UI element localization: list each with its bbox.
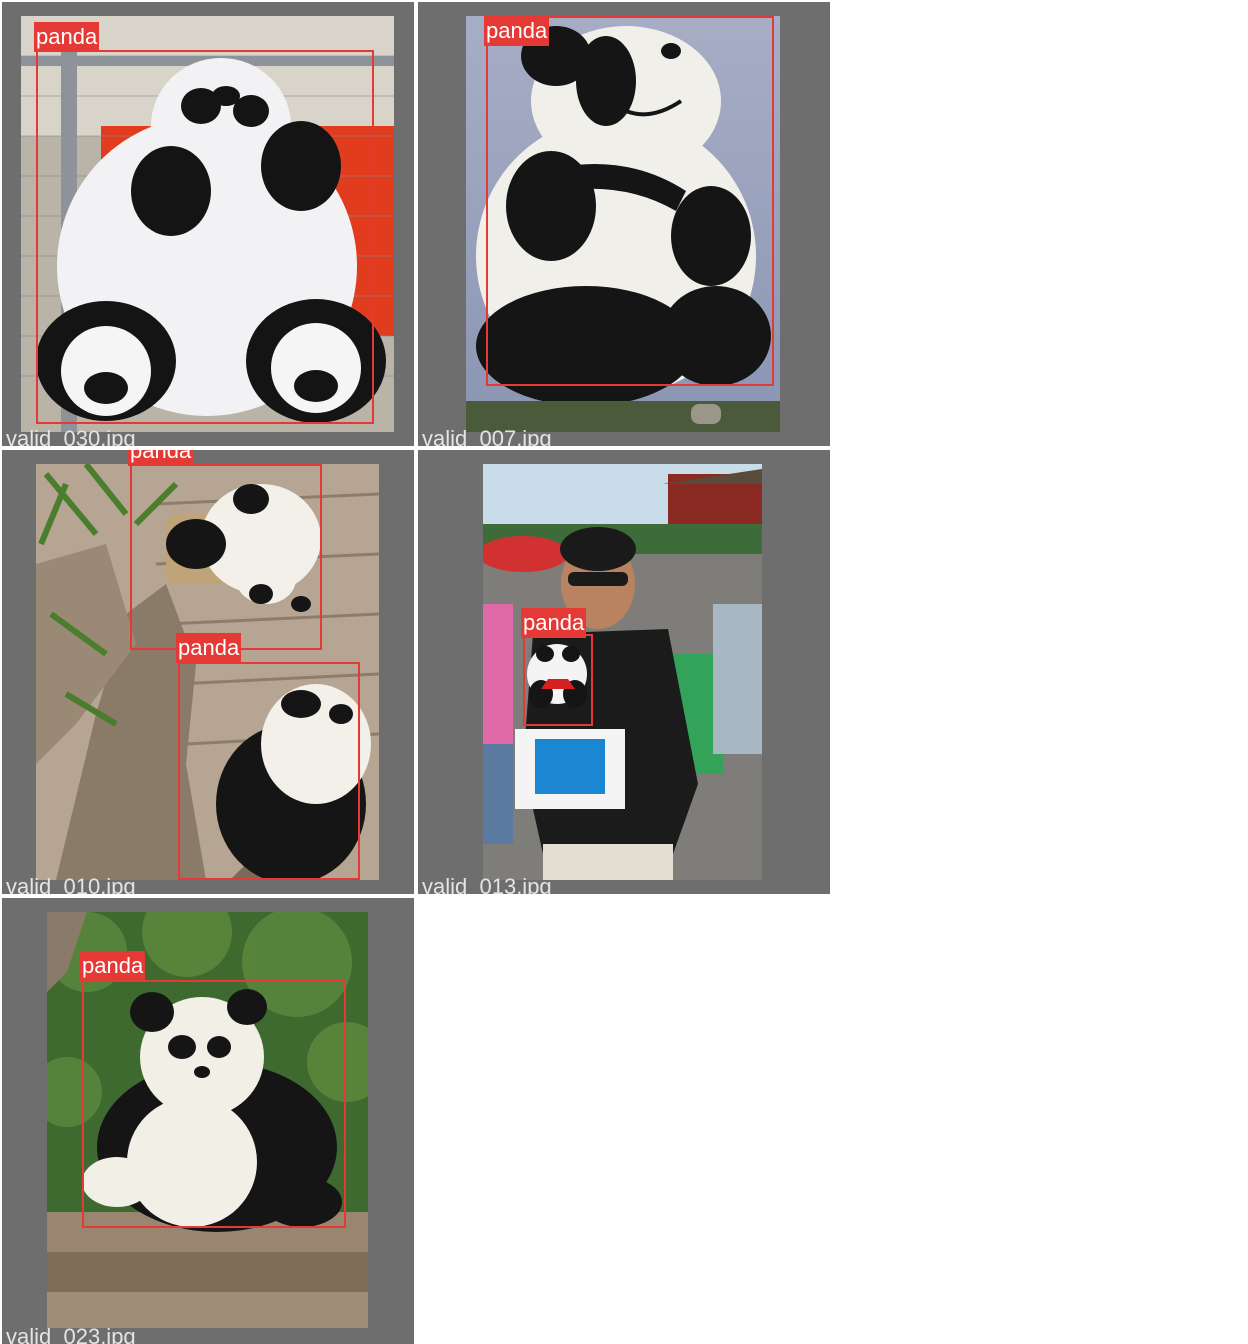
- image-tile[interactable]: panda valid_030.jpg: [2, 2, 414, 446]
- detection-label: panda: [484, 16, 550, 46]
- image-filename: valid_013.jpg: [422, 874, 552, 894]
- image-tile[interactable]: panda valid_007.jpg: [418, 2, 830, 446]
- bounding-box: [178, 662, 360, 880]
- bounding-box: [82, 980, 346, 1228]
- detection-label: panda: [34, 22, 100, 52]
- image-filename: valid_010.jpg: [6, 874, 136, 894]
- detection-label: panda: [80, 951, 146, 981]
- image-filename: valid_023.jpg: [6, 1324, 136, 1344]
- image-tile[interactable]: panda panda valid_010.jpg: [2, 450, 414, 894]
- bounding-box: [36, 50, 374, 424]
- image-filename: valid_007.jpg: [422, 426, 552, 446]
- bounding-box: [130, 464, 322, 650]
- detection-label: panda: [521, 608, 587, 638]
- detection-label: panda: [128, 450, 194, 466]
- bounding-box: [486, 16, 774, 386]
- detection-label: panda: [176, 633, 242, 663]
- image-filename: valid_030.jpg: [6, 426, 136, 446]
- bounding-box: [523, 634, 593, 726]
- image-tile[interactable]: panda valid_013.jpg: [418, 450, 830, 894]
- image-tile[interactable]: panda valid_023.jpg: [2, 898, 414, 1344]
